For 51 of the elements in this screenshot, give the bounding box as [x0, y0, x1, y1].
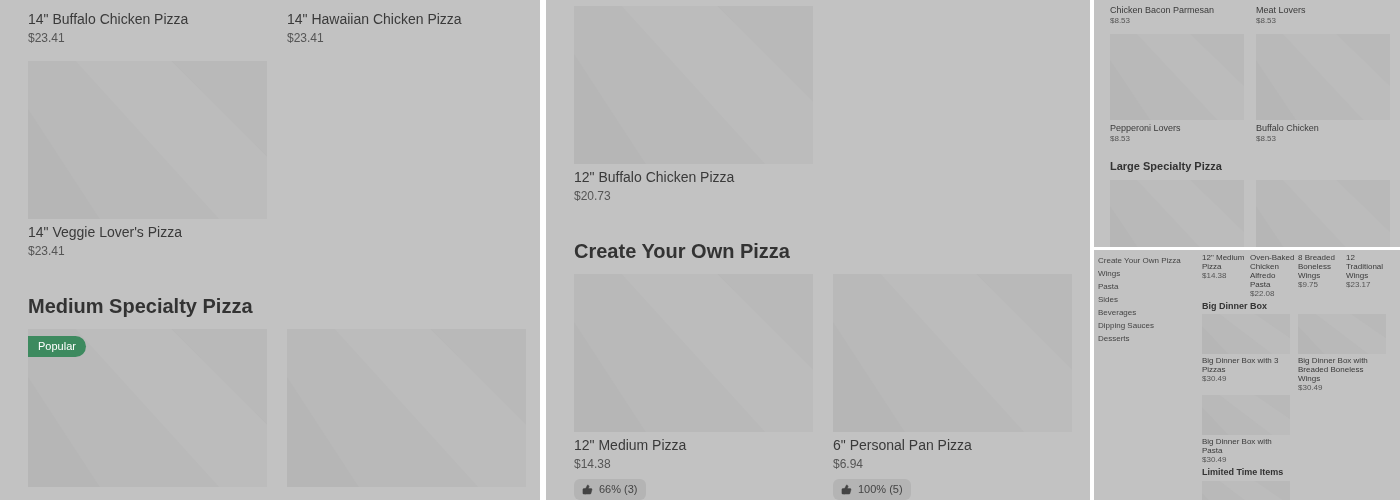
- thumbs-up-icon: [841, 483, 852, 495]
- category-link[interactable]: Wings: [1098, 269, 1181, 278]
- item-name[interactable]: Buffalo Chicken: [1256, 123, 1390, 134]
- item-price: $23.41: [28, 243, 66, 260]
- rating-pill: 66% (3): [574, 479, 646, 500]
- rating-pill: 100% (5): [833, 479, 911, 500]
- item-price: $8.53: [1256, 134, 1278, 144]
- item-name[interactable]: 8 Breaded Boneless Wings: [1298, 253, 1344, 280]
- item-name[interactable]: Meat Lovers: [1256, 5, 1390, 16]
- item-price: $30.49: [1298, 383, 1324, 393]
- item-name[interactable]: Big Dinner Box with Breaded Boneless Wings: [1298, 356, 1386, 384]
- item-price: $30.49: [1202, 374, 1228, 384]
- item-name[interactable]: 14" Veggie Lover's Pizza: [28, 223, 267, 241]
- item-name[interactable]: Oven-Baked Chicken Alfredo Pasta: [1250, 253, 1296, 289]
- item-name[interactable]: Big Dinner Box with 3 Pizzas: [1202, 356, 1290, 375]
- item-price: $8.53: [1110, 16, 1132, 26]
- section-heading: Big Dinner Box: [1202, 301, 1268, 313]
- item-price: $8.53: [1110, 134, 1132, 144]
- item-price: $20.73: [574, 188, 612, 205]
- popular-badge: Popular: [28, 336, 86, 357]
- item-name[interactable]: 12" Buffalo Chicken Pizza: [574, 168, 813, 186]
- item-name[interactable]: 12" Medium Pizza: [574, 436, 813, 454]
- item-price: $9.75: [1298, 280, 1320, 289]
- item-name[interactable]: 14" Hawaiian Chicken Pizza: [287, 10, 526, 28]
- item-price: $6.94: [833, 456, 865, 473]
- item-name[interactable]: 6" Personal Pan Pizza: [833, 436, 1072, 454]
- item-price: $22.08: [1250, 289, 1276, 298]
- section-heading: Create Your Own Pizza: [574, 239, 791, 264]
- item-price: $14.38: [574, 456, 612, 473]
- item-price: $30.49: [1202, 455, 1228, 465]
- category-link[interactable]: Beverages: [1098, 308, 1181, 317]
- item-name[interactable]: Chicken Bacon Parmesan: [1110, 5, 1244, 16]
- item-name[interactable]: 12" Medium Pizza: [1202, 253, 1248, 271]
- item-name[interactable]: 12 Traditional Wings: [1346, 253, 1392, 280]
- thumbs-up-icon: [582, 483, 593, 495]
- category-link[interactable]: Dipping Sauces: [1098, 321, 1181, 330]
- item-name[interactable]: 14" Buffalo Chicken Pizza: [28, 10, 267, 28]
- item-price: $14.38: [1202, 271, 1228, 280]
- item-price: $23.41: [28, 30, 66, 47]
- item-name[interactable]: Pepperoni Lovers: [1110, 123, 1244, 134]
- item-price: $23.41: [287, 30, 325, 47]
- section-heading: Large Specialty Pizza: [1110, 160, 1223, 174]
- item-price: $8.53: [1256, 16, 1278, 26]
- category-link[interactable]: Create Your Own Pizza: [1098, 256, 1181, 265]
- item-price: $23.17: [1346, 280, 1372, 289]
- category-link[interactable]: Desserts: [1098, 334, 1181, 343]
- section-heading: Medium Specialty Pizza: [28, 294, 254, 319]
- category-link[interactable]: Pasta: [1098, 282, 1181, 291]
- category-link[interactable]: Sides: [1098, 295, 1181, 304]
- item-name[interactable]: Big Dinner Box with Pasta: [1202, 437, 1290, 456]
- section-heading: Limited Time Items: [1202, 467, 1285, 479]
